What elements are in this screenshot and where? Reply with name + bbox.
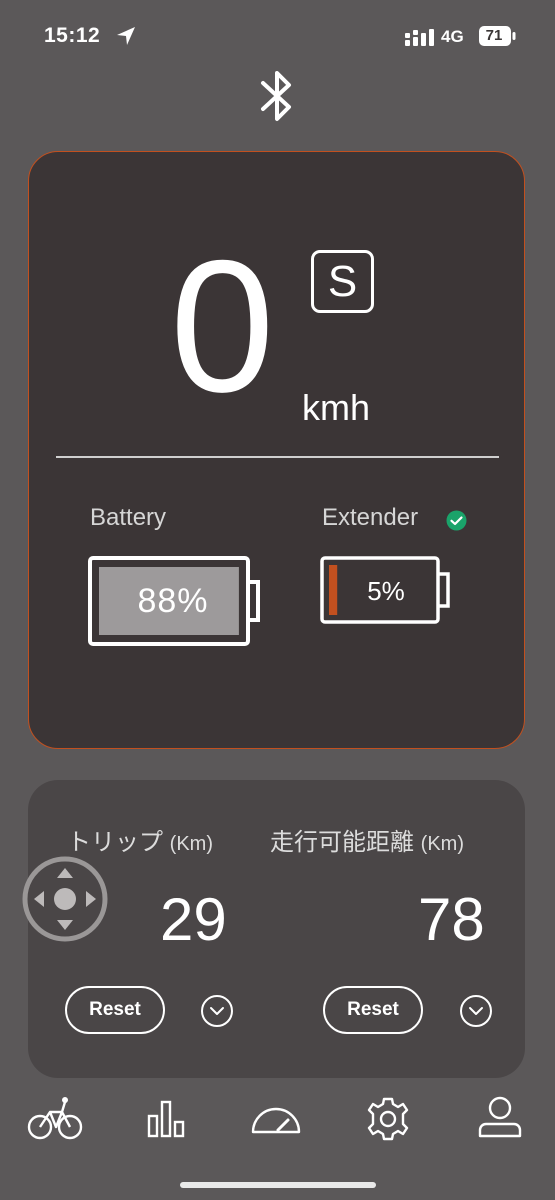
check-circle-icon — [446, 510, 467, 531]
range-chevron-down-icon[interactable] — [459, 994, 493, 1028]
battery-percent: 88% — [137, 582, 209, 620]
battery-label: Battery — [90, 504, 167, 531]
home-indicator — [180, 1182, 376, 1188]
trip-value: 29 — [160, 886, 227, 953]
trip-reset-button[interactable]: Reset — [65, 986, 165, 1034]
speed-card — [28, 151, 525, 749]
extender-percent: 5% — [367, 576, 405, 606]
trip-unit: (Km) — [169, 833, 213, 855]
speed-unit: kmh — [302, 387, 371, 428]
speedometer-icon[interactable] — [248, 1094, 304, 1144]
network-label: 4G — [441, 27, 464, 46]
bike-icon[interactable] — [27, 1094, 83, 1144]
dpad-icon[interactable] — [22, 856, 108, 942]
range-unit: (Km) — [420, 833, 464, 855]
bar-chart-icon[interactable] — [138, 1094, 194, 1144]
cellular-signal-icon — [405, 29, 434, 46]
range-label: 走行可能距離 (Km) — [270, 822, 464, 857]
profile-icon[interactable] — [472, 1094, 528, 1144]
trip-chevron-down-icon[interactable] — [200, 994, 234, 1028]
status-time: 15:12 — [44, 24, 101, 47]
status-battery-level: 71 — [485, 27, 503, 44]
gear-icon[interactable] — [360, 1094, 416, 1144]
range-reset-button[interactable]: Reset — [323, 986, 423, 1034]
range-value: 78 — [418, 886, 485, 953]
location-arrow-icon — [117, 27, 135, 45]
speed-value: 0 — [170, 221, 275, 431]
extender-label: Extender — [322, 504, 419, 531]
mode-badge[interactable]: S — [311, 250, 374, 313]
trip-label-text: トリップ — [67, 829, 163, 856]
bluetooth-icon[interactable] — [258, 68, 296, 124]
speed-divider — [56, 456, 499, 458]
trip-label: トリップ (Km) — [67, 822, 213, 857]
range-label-text: 走行可能距離 — [270, 829, 414, 856]
